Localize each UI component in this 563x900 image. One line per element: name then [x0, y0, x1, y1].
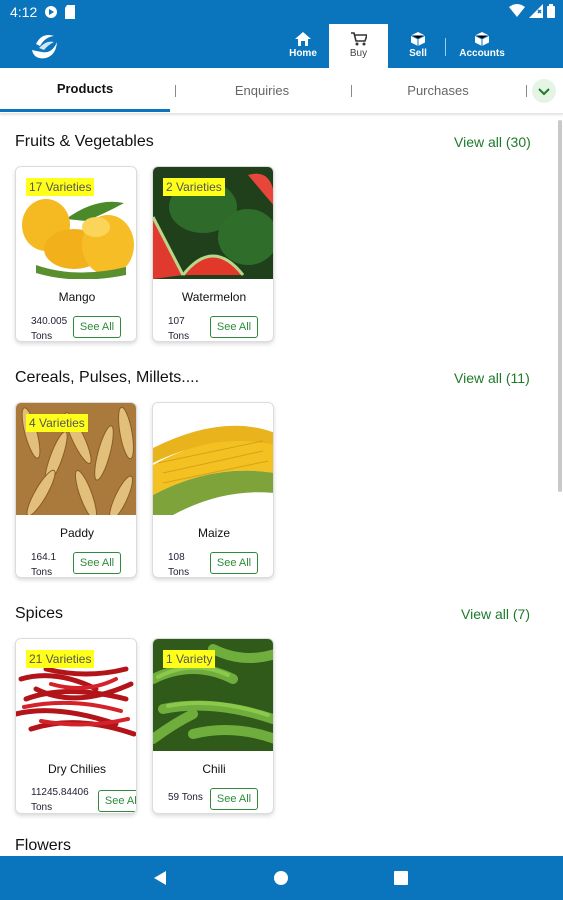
- tab-purchases[interactable]: Purchases: [354, 70, 522, 116]
- tabs-more-button[interactable]: [532, 79, 556, 103]
- see-all-button[interactable]: See All: [98, 790, 136, 812]
- nav-sell-label: Sell: [409, 48, 427, 59]
- nav-divider: [445, 38, 446, 56]
- product-name: Watermelon: [181, 290, 247, 304]
- see-all-button[interactable]: See All: [210, 788, 258, 810]
- view-all-link[interactable]: View all (30): [454, 134, 531, 150]
- nav-home-label: Home: [289, 48, 317, 59]
- view-all-link[interactable]: View all (7): [461, 606, 530, 622]
- maize-image: [153, 403, 273, 515]
- nav-accounts-label: Accounts: [459, 48, 505, 59]
- home-circle-icon[interactable]: [274, 871, 288, 885]
- system-nav-bar: [0, 856, 563, 900]
- status-bar: 4:12: [0, 0, 563, 24]
- product-card-dry-chilies[interactable]: 21 Varieties Dry Chilies 11245.84406 Ton…: [15, 638, 137, 814]
- nav-accounts-button[interactable]: Accounts: [456, 24, 508, 68]
- section-title: Spices: [15, 605, 64, 622]
- product-name: Paddy: [59, 526, 95, 540]
- see-all-button[interactable]: See All: [210, 552, 258, 574]
- tab-divider: [351, 85, 352, 97]
- product-name: Mango: [58, 290, 96, 304]
- view-all-link[interactable]: View all (11): [454, 370, 530, 386]
- varieties-badge: 2 Varieties: [163, 178, 225, 196]
- back-icon[interactable]: [154, 871, 168, 885]
- see-all-button[interactable]: See All: [210, 316, 258, 338]
- section-title: Cereals, Pulses, Millets....: [15, 369, 200, 386]
- nav-home-button[interactable]: Home: [283, 24, 323, 68]
- product-card-mango[interactable]: 17 Varieties Mango 340.005 Tons See All: [15, 166, 137, 342]
- product-card-watermelon[interactable]: 2 Varieties Watermelon 107 Tons See All: [152, 166, 274, 342]
- section-title: Flowers: [15, 837, 72, 854]
- tab-enquiries[interactable]: Enquiries: [178, 70, 346, 116]
- sd-card-icon: [65, 5, 75, 19]
- tab-active-indicator: [0, 109, 170, 112]
- varieties-badge: 1 Variety: [163, 650, 216, 668]
- recents-icon[interactable]: [394, 871, 408, 885]
- product-name: Maize: [197, 526, 230, 540]
- varieties-badge: 21 Varieties: [26, 650, 95, 668]
- see-all-button[interactable]: See All: [73, 552, 121, 574]
- home-icon: [295, 32, 311, 46]
- see-all-button[interactable]: See All: [73, 316, 121, 338]
- product-card-paddy[interactable]: 4 Varieties Paddy 164.1 Tons See All: [15, 402, 137, 578]
- varieties-badge: 17 Varieties: [26, 178, 95, 196]
- section-title: Fruits & Vegetables: [15, 133, 154, 150]
- product-card-maize[interactable]: Maize 108 Tons See All: [152, 402, 274, 578]
- box-icon: [475, 32, 489, 46]
- nav-buy-button[interactable]: Buy: [329, 24, 388, 68]
- product-name: Dry Chilies: [47, 762, 106, 776]
- varieties-badge: 4 Varieties: [26, 414, 88, 432]
- signal-icon: [529, 4, 543, 18]
- chevron-down-icon: [538, 88, 550, 96]
- app-bar: Home Buy Sell Accounts: [0, 24, 563, 68]
- status-time: 4:12: [10, 4, 38, 20]
- tab-divider: [175, 85, 176, 97]
- app-logo-icon[interactable]: [28, 30, 60, 62]
- tab-products[interactable]: Products: [0, 68, 170, 114]
- tab-divider: [526, 85, 527, 97]
- scrollbar[interactable]: [558, 120, 562, 492]
- nav-sell-button[interactable]: Sell: [400, 24, 436, 68]
- product-card-chili[interactable]: 1 Variety Chili 59 Tons See All: [152, 638, 274, 814]
- box-icon: [411, 32, 425, 46]
- nav-buy-label: Buy: [349, 48, 368, 59]
- play-protect-icon: [45, 6, 57, 18]
- product-name: Chili: [202, 762, 226, 776]
- cart-icon: [350, 32, 367, 46]
- wifi-icon: [509, 4, 525, 17]
- battery-icon: [547, 4, 555, 18]
